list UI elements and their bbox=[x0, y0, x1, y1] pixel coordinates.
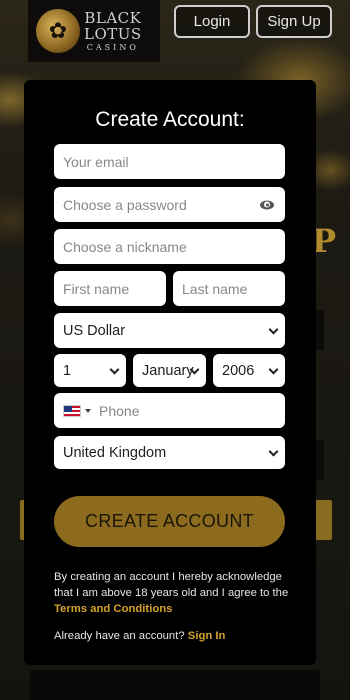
last-name-field[interactable]: Last name bbox=[173, 271, 285, 306]
birth-year-value: 2006 bbox=[222, 362, 255, 379]
nickname-placeholder: Choose a nickname bbox=[63, 238, 187, 255]
country-value: United Kingdom bbox=[63, 444, 167, 461]
terms-notice: By creating an account I hereby acknowle… bbox=[54, 569, 294, 617]
terms-text: By creating an account I hereby acknowle… bbox=[54, 571, 289, 599]
signin-prompt: Already have an account? Sign In bbox=[54, 630, 294, 642]
country-code-caret-icon[interactable] bbox=[85, 408, 91, 413]
email-field[interactable]: Your email bbox=[54, 144, 285, 179]
signin-link[interactable]: Sign In bbox=[188, 630, 226, 642]
terms-link[interactable]: Terms and Conditions bbox=[54, 603, 172, 615]
phone-placeholder: Phone bbox=[99, 402, 140, 419]
country-select[interactable]: United Kingdom bbox=[54, 436, 285, 469]
brand-line-1: BLACK bbox=[84, 8, 142, 27]
chevron-down-icon bbox=[268, 364, 279, 375]
birth-day-value: 1 bbox=[63, 362, 72, 379]
signin-text: Already have an account? bbox=[54, 630, 185, 642]
currency-select[interactable]: US Dollar bbox=[54, 313, 285, 348]
email-placeholder: Your email bbox=[63, 153, 129, 170]
chevron-down-icon bbox=[268, 324, 279, 335]
brand-wordmark: BLACK LOTUS CASINO bbox=[84, 8, 142, 52]
phone-field[interactable]: Phone bbox=[54, 393, 285, 428]
background-footer-block bbox=[30, 670, 320, 700]
show-password-eye-icon[interactable] bbox=[260, 200, 274, 209]
birth-day-select[interactable]: 1 bbox=[54, 354, 126, 387]
birth-month-value: January bbox=[142, 362, 194, 379]
us-flag-icon[interactable] bbox=[63, 404, 81, 417]
birth-month-select[interactable]: January bbox=[133, 354, 206, 387]
modal-title: Create Account: bbox=[95, 108, 245, 131]
first-name-field[interactable]: First name bbox=[54, 271, 166, 306]
brand-line-3: CASINO bbox=[86, 42, 139, 52]
login-button[interactable]: Login bbox=[174, 5, 250, 38]
currency-value: US Dollar bbox=[63, 322, 126, 339]
brand-line-2: LOTUS bbox=[84, 24, 142, 43]
password-field[interactable]: Choose a password bbox=[54, 187, 285, 222]
brand-logo[interactable]: ✿ BLACK LOTUS CASINO bbox=[28, 0, 160, 62]
create-account-button[interactable]: CREATE ACCOUNT bbox=[54, 496, 285, 547]
lotus-emblem-icon: ✿ bbox=[36, 9, 80, 53]
nickname-field[interactable]: Choose a nickname bbox=[54, 229, 285, 264]
first-name-placeholder: First name bbox=[63, 280, 130, 297]
last-name-placeholder: Last name bbox=[182, 280, 248, 297]
signup-button[interactable]: Sign Up bbox=[256, 5, 332, 38]
birth-year-select[interactable]: 2006 bbox=[213, 354, 285, 387]
chevron-down-icon bbox=[268, 446, 279, 457]
password-placeholder: Choose a password bbox=[63, 196, 187, 213]
chevron-down-icon bbox=[109, 364, 120, 375]
